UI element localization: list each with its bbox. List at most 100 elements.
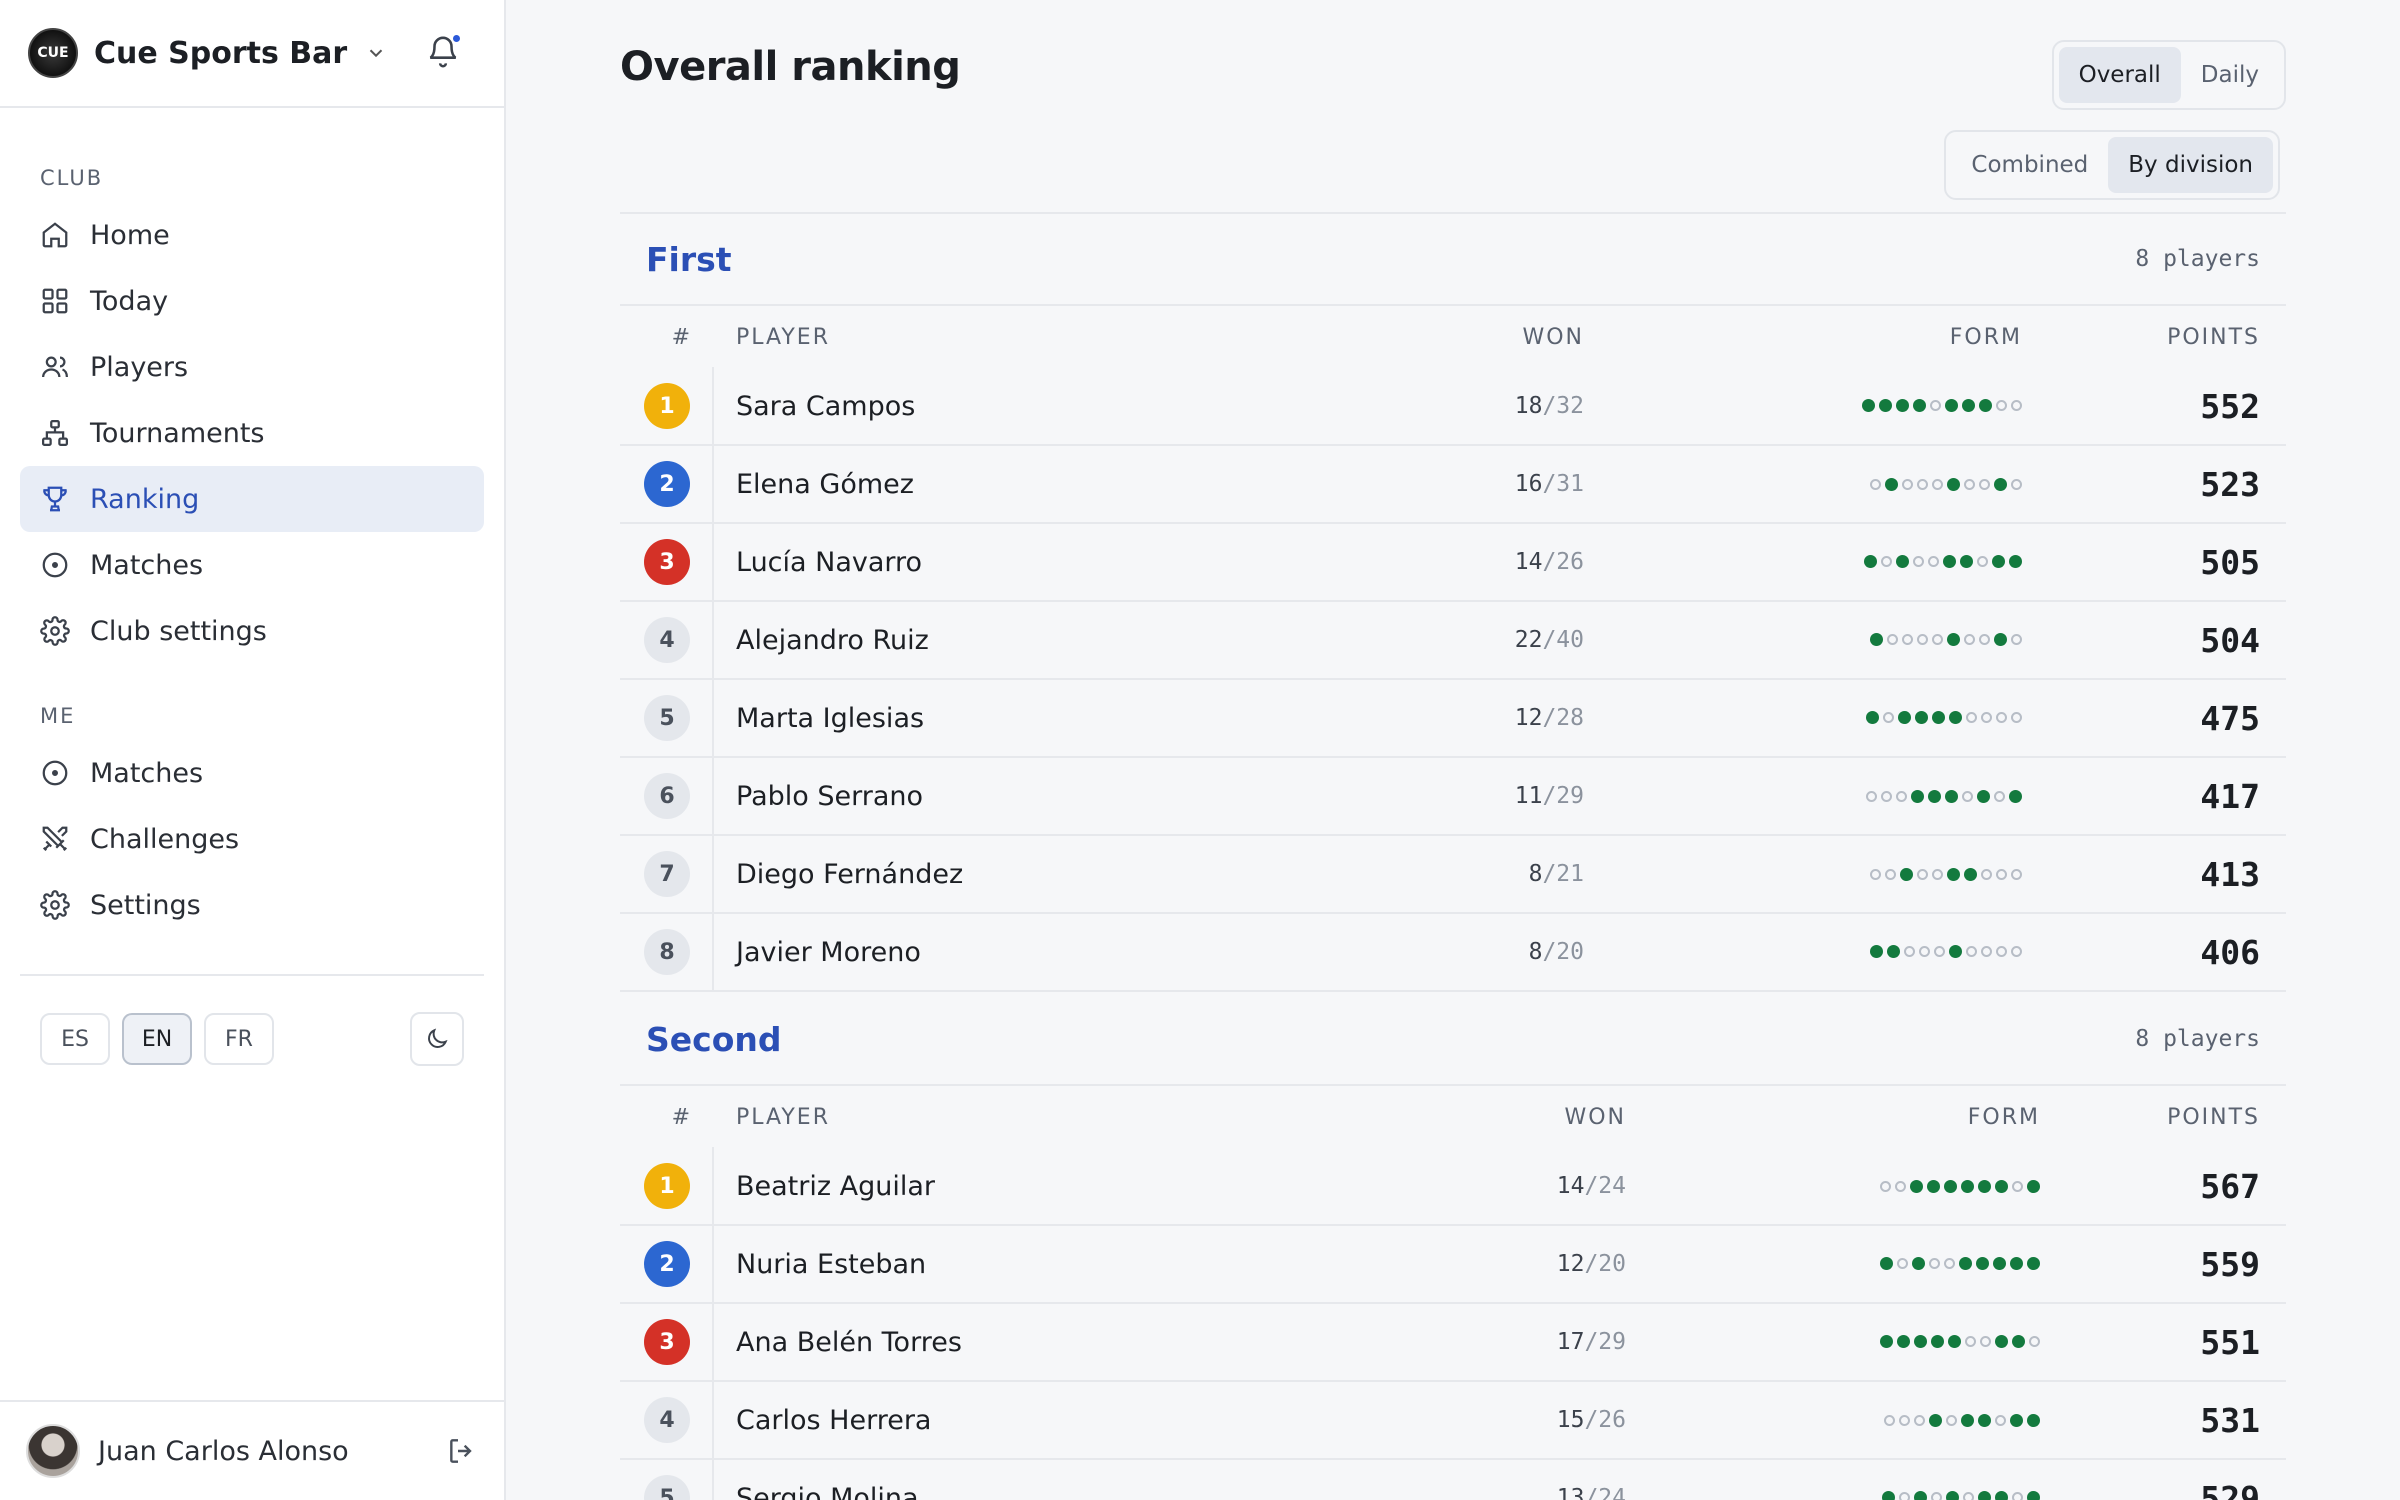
table-row[interactable]: 3 Ana Belén Torres 17/29 551 [620, 1303, 2286, 1382]
table-row[interactable]: 6 Pablo Serrano 11/29 417 [620, 757, 2286, 836]
table-row[interactable]: 7 Diego Fernández 8/21 413 [620, 835, 2286, 914]
form-win-dot [1947, 477, 1960, 491]
won-count: 22 [1514, 627, 1543, 653]
points-cell: 559 [2200, 1244, 2260, 1284]
form-win-dot [1866, 710, 1879, 724]
won-count: 13 [1556, 1485, 1585, 1500]
grid-icon [42, 288, 68, 314]
table-row[interactable]: 2 Nuria Esteban 12/20 559 [620, 1225, 2286, 1304]
form-win-dot [1914, 1490, 1927, 1500]
theme-toggle-button[interactable] [410, 1012, 464, 1066]
form-cell [1584, 397, 2022, 416]
won-count: 17 [1556, 1329, 1585, 1355]
player-name[interactable]: Alejandro Ruiz [714, 625, 1334, 656]
form-win-dot [1994, 477, 2007, 491]
table-row[interactable]: 1 Sara Campos 18/32 552 [620, 367, 2286, 446]
player-name[interactable]: Diego Fernández [714, 859, 1334, 890]
player-name[interactable]: Marta Iglesias [714, 703, 1334, 734]
sidebar-item-settings[interactable]: Settings [20, 872, 484, 938]
table-row[interactable]: 5 Marta Iglesias 12/28 475 [620, 679, 2286, 758]
sidebar-item-matches[interactable]: Matches [20, 532, 484, 598]
sidebar-item-label: Players [90, 351, 189, 383]
points-cell: 406 [2200, 932, 2260, 972]
player-name[interactable]: Beatriz Aguilar [714, 1171, 1334, 1202]
notifications-button[interactable] [426, 33, 462, 71]
form-loss-dot [1963, 1491, 1974, 1500]
player-name[interactable]: Javier Moreno [714, 937, 1334, 968]
sidebar-item-tournaments[interactable]: Tournaments [20, 400, 484, 466]
player-name[interactable]: Sara Campos [714, 391, 1334, 422]
player-name[interactable]: Pablo Serrano [714, 781, 1334, 812]
form-loss-dot [1944, 1257, 1955, 1269]
table-row[interactable]: 3 Lucía Navarro 14/26 505 [620, 523, 2286, 602]
form-win-dot [1960, 554, 1973, 568]
overall-tab[interactable]: Overall [2058, 47, 2181, 103]
player-name[interactable]: Carlos Herrera [714, 1405, 1334, 1436]
col-form: FORM [1949, 324, 2022, 350]
sidebar-item-my-matches[interactable]: Matches [20, 740, 484, 806]
played-count: 20 [1598, 1251, 1626, 1277]
sidebar-item-label: Matches [90, 549, 204, 581]
form-win-dot [1995, 1179, 2008, 1193]
rank-cell: 5 [620, 679, 714, 757]
col-won: WON [1522, 324, 1584, 350]
won-cell: 14/26 [1334, 549, 1584, 575]
form-loss-dot [2011, 868, 2022, 880]
rank-badge: 3 [644, 1319, 690, 1365]
form-win-dot [1910, 1179, 1923, 1193]
by-division-tab[interactable]: By division [2108, 137, 2273, 193]
table-row[interactable]: 4 Alejandro Ruiz 22/40 504 [620, 601, 2286, 680]
sidebar-item-home[interactable]: Home [20, 202, 484, 268]
target-icon [42, 760, 68, 786]
played-count: 29 [1556, 783, 1584, 809]
player-name[interactable]: Nuria Esteban [714, 1249, 1334, 1280]
sidebar-item-club-settings[interactable]: Club settings [20, 598, 484, 664]
form-loss-dot [1966, 711, 1977, 723]
points-cell: 531 [2200, 1400, 2260, 1440]
form-loss-dot [1962, 790, 1973, 802]
chevron-down-icon[interactable] [365, 42, 387, 64]
form-win-dot [1862, 398, 1875, 412]
sidebar-item-today[interactable]: Today [20, 268, 484, 334]
form-cell [1626, 1255, 2040, 1274]
points-cell: 475 [2200, 698, 2260, 738]
points-cell: 505 [2200, 542, 2260, 582]
form-cell [1584, 475, 2022, 494]
player-name[interactable]: Ana Belén Torres [714, 1327, 1334, 1358]
club-switcher[interactable]: CUE Cue Sports Bar [0, 0, 504, 108]
lang-en-button[interactable]: EN [122, 1013, 192, 1065]
table-row[interactable]: 2 Elena Gómez 16/31 523 [620, 445, 2286, 524]
table-row[interactable]: 1 Beatriz Aguilar 14/24 567 [620, 1147, 2286, 1226]
sidebar-item-players[interactable]: Players [20, 334, 484, 400]
won-cell: 11/29 [1334, 783, 1584, 809]
daily-tab[interactable]: Daily [2181, 47, 2279, 103]
lang-fr-button[interactable]: FR [204, 1013, 274, 1065]
table-row[interactable]: 5 Sergio Molina 13/24 529 [620, 1459, 2286, 1500]
slash-separator: / [1584, 1329, 1599, 1355]
player-name[interactable]: Sergio Molina [714, 1483, 1334, 1500]
lang-es-button[interactable]: ES [40, 1013, 110, 1065]
rank-cell: 6 [620, 757, 714, 835]
group-toggle: Combined By division [1944, 130, 2280, 200]
form-cell [1626, 1333, 2040, 1352]
logout-icon[interactable] [446, 1435, 478, 1467]
form-cell [1584, 865, 2022, 884]
form-loss-dot [1981, 711, 1992, 723]
sidebar-item-challenges[interactable]: Challenges [20, 806, 484, 872]
form-loss-dot [2012, 1491, 2023, 1500]
player-name[interactable]: Elena Gómez [714, 469, 1334, 500]
points-cell: 552 [2200, 386, 2260, 426]
bracket-icon [42, 420, 68, 446]
form-win-dot [1949, 944, 1962, 958]
table-row[interactable]: 4 Carlos Herrera 15/26 531 [620, 1381, 2286, 1460]
col-points: POINTS [2167, 324, 2260, 350]
slash-separator: / [1584, 1173, 1599, 1199]
player-name[interactable]: Lucía Navarro [714, 547, 1334, 578]
combined-tab[interactable]: Combined [1951, 137, 2108, 193]
slash-separator: / [1542, 939, 1557, 965]
avatar[interactable] [26, 1424, 80, 1478]
table-row[interactable]: 8 Javier Moreno 8/20 406 [620, 913, 2286, 992]
form-loss-dot [1881, 555, 1892, 567]
col-form: FORM [1967, 1104, 2040, 1130]
sidebar-item-ranking[interactable]: Ranking [20, 466, 484, 532]
